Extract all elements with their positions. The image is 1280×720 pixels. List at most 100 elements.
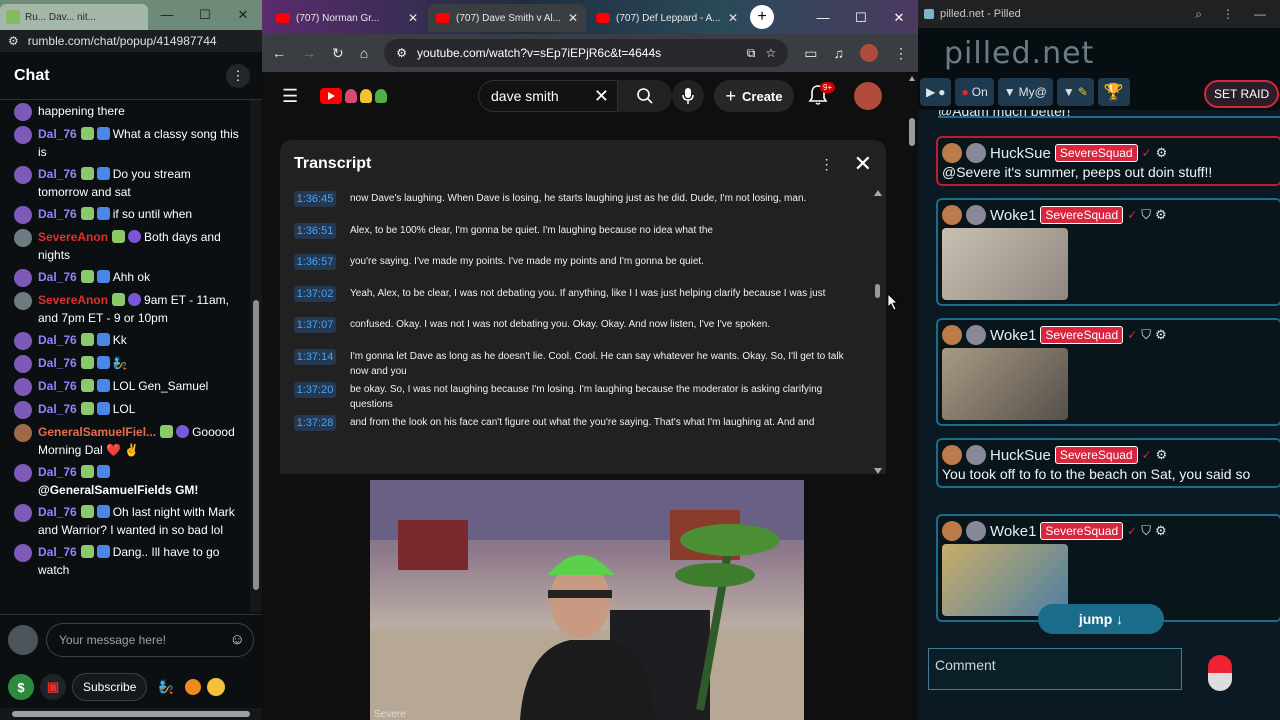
forward-icon[interactable]: → <box>302 45 316 61</box>
comment-input[interactable]: Comment <box>928 648 1182 690</box>
segment-timestamp[interactable]: 1:37:02 <box>294 285 336 302</box>
reload-icon[interactable]: ↻ <box>332 45 344 62</box>
profile-avatar[interactable] <box>860 44 878 62</box>
avatar[interactable] <box>14 332 32 350</box>
send-pill-icon[interactable] <box>1208 655 1232 691</box>
squad-badge[interactable]: SevereSquad <box>1040 326 1124 344</box>
browser-tab[interactable]: (707) Dave Smith v Al... ✕ <box>428 4 586 32</box>
emote-icon[interactable] <box>207 678 226 696</box>
trophy-button[interactable]: 🏆 <box>1097 78 1130 106</box>
rumble-address-bar[interactable]: ⚙ rumble.com/chat/popup/414987744 <box>0 30 262 52</box>
avatar[interactable] <box>14 166 32 184</box>
avatar[interactable] <box>14 103 32 121</box>
set-raid-button[interactable]: SET RAID <box>1204 80 1280 108</box>
avatar[interactable] <box>14 126 32 144</box>
browser-menu-icon[interactable]: ⋮ <box>894 45 908 62</box>
transcript-segment[interactable]: 1:37:02 Yeah, Alex, to be clear, I was no… <box>280 283 870 315</box>
close-transcript-icon[interactable]: ✕ <box>854 151 872 177</box>
transcript-segment[interactable]: 1:37:14 I'm gonna let Dave as long as he … <box>280 346 870 379</box>
site-settings-icon[interactable]: ⚙ <box>8 34 19 48</box>
close-icon[interactable]: ✕ <box>224 7 262 23</box>
bookmark-star-icon[interactable]: ☆ <box>766 46 777 60</box>
chat-username[interactable]: Dal_76 <box>38 505 77 519</box>
address-bar[interactable]: ⚙ youtube.com/watch?v=sEp7iEPjR6c&t=4644… <box>384 39 789 67</box>
avatar[interactable] <box>966 521 986 541</box>
post-username[interactable]: Woke1 <box>990 523 1036 540</box>
window-menu-icon[interactable]: ⋮ <box>1222 7 1234 22</box>
site-info-icon[interactable]: ⚙ <box>396 46 407 60</box>
page-scrollbar-thumb[interactable] <box>909 118 915 146</box>
close-icon[interactable]: ✕ <box>880 10 918 26</box>
chat-menu-icon[interactable]: ⋮ <box>226 63 250 88</box>
segment-timestamp[interactable]: 1:36:45 <box>294 191 336 207</box>
transcript-segment[interactable]: 1:36:51 Alex, to be 100% clear, I'm gonna… <box>280 220 870 252</box>
chat-username[interactable]: GeneralSamuelFiel... <box>38 425 156 439</box>
transcript-segment[interactable]: 1:37:07 confused. Okay. I was not I was n… <box>280 314 870 346</box>
emoji-icon[interactable]: ☺ <box>230 631 245 648</box>
mentions-filter-button[interactable]: ▼ My@ <box>997 78 1053 106</box>
segment-timestamp[interactable]: 1:36:51 <box>294 222 336 239</box>
gear-icon[interactable]: ⚙ <box>1155 327 1167 343</box>
alerts-toggle[interactable]: ● On <box>955 78 994 106</box>
segment-timestamp[interactable]: 1:37:28 <box>294 414 336 431</box>
avatar[interactable] <box>966 445 986 465</box>
youtube-logo[interactable] <box>320 88 388 104</box>
chat-view-button[interactable]: ▶ ● <box>920 78 952 106</box>
gift-icon[interactable]: ▣ <box>40 674 66 700</box>
avatar[interactable] <box>14 504 32 522</box>
maximize-icon[interactable]: ☐ <box>842 10 880 26</box>
back-icon[interactable]: ← <box>272 45 286 61</box>
webcam-video[interactable]: Severe <box>370 480 804 720</box>
squad-badge[interactable]: SevereSquad <box>1040 522 1124 540</box>
chat-username[interactable]: SevereAnon <box>38 230 108 244</box>
avatar[interactable] <box>942 143 962 163</box>
minimize-icon[interactable]: — <box>1254 7 1266 22</box>
post-image[interactable] <box>942 348 1068 420</box>
avatar[interactable] <box>14 464 32 482</box>
voice-search-button[interactable] <box>672 80 704 112</box>
chat-username[interactable]: Dal_76 <box>38 167 77 181</box>
avatar[interactable] <box>14 544 32 562</box>
pilled-logo[interactable]: pilled.net <box>944 36 1094 71</box>
avatar[interactable] <box>942 325 962 345</box>
segment-timestamp[interactable]: 1:37:14 <box>294 348 336 365</box>
create-button[interactable]: + Create <box>714 80 794 112</box>
chat-username[interactable]: Dal_76 <box>38 333 77 347</box>
jump-to-latest-button[interactable]: jump ↓ <box>1038 604 1164 634</box>
close-tab-icon[interactable]: ✕ <box>728 11 738 25</box>
squad-badge[interactable]: SevereSquad <box>1054 446 1138 464</box>
chat-username[interactable]: Dal_76 <box>38 207 77 221</box>
post-username[interactable]: Woke1 <box>990 207 1036 224</box>
avatar[interactable] <box>966 143 986 163</box>
chat-message-input[interactable]: Your message here! ☺ <box>46 622 254 657</box>
transcript-segment[interactable]: 1:36:57 you're saying. I've made my point… <box>280 251 870 283</box>
avatar[interactable] <box>942 445 962 465</box>
avatar[interactable] <box>14 292 32 310</box>
media-control-icon[interactable]: ♫ <box>834 45 845 61</box>
avatar[interactable] <box>966 325 986 345</box>
scroll-down-icon[interactable] <box>874 468 882 474</box>
search-button[interactable] <box>618 80 672 112</box>
transcript-segment[interactable]: 1:36:45 now Dave's laughing. When Dave is… <box>280 188 870 220</box>
avatar[interactable] <box>14 229 32 247</box>
close-tab-icon[interactable]: ✕ <box>408 11 418 25</box>
rumble-tab[interactable]: Ru... Dav... nit... <box>0 4 148 30</box>
hamburger-menu-icon[interactable]: ☰ <box>282 86 298 107</box>
gear-icon[interactable]: ⚙ <box>1156 447 1168 463</box>
notifications-button[interactable]: 9+ <box>808 82 836 110</box>
subscribe-button[interactable]: Subscribe <box>72 673 148 701</box>
transcript-scrollbar[interactable] <box>870 188 886 474</box>
segment-timestamp[interactable]: 1:37:07 <box>294 317 336 333</box>
avatar[interactable] <box>14 401 32 419</box>
open-in-app-icon[interactable]: ⧉ <box>747 46 756 61</box>
filter-pill-button[interactable]: ▼ ✎ <box>1056 78 1094 106</box>
avatar[interactable] <box>14 206 32 224</box>
post-username[interactable]: HuckSue <box>990 447 1051 464</box>
avatar[interactable] <box>14 424 32 442</box>
transcript-segment[interactable]: 1:37:20 be okay. So, I was not laughing b… <box>280 379 870 412</box>
minimize-icon[interactable]: — <box>804 10 842 26</box>
rant-icon[interactable]: 🧞 <box>153 674 179 700</box>
chat-username[interactable]: Dal_76 <box>38 127 77 141</box>
minimize-icon[interactable]: — <box>148 7 186 23</box>
chat-username[interactable]: Dal_76 <box>38 402 77 416</box>
